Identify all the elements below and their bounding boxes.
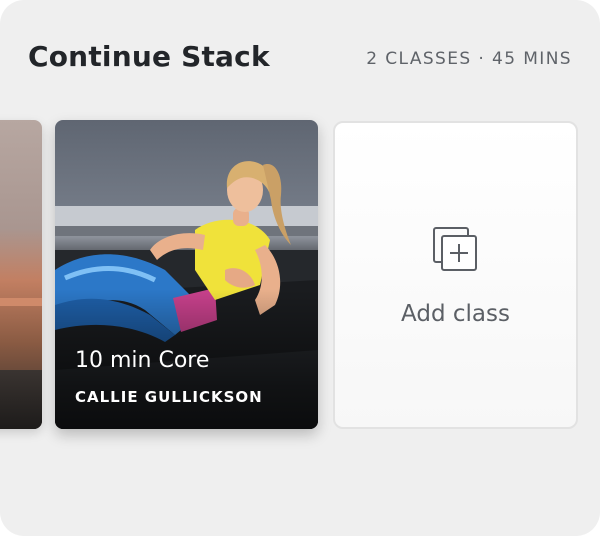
continue-stack-panel: Continue Stack 2 CLASSES · 45 MINS 10 mi… [0, 0, 600, 536]
class-title: 10 min Core [75, 348, 210, 373]
add-class-label: Add class [401, 301, 510, 327]
previous-class-image-floor [0, 370, 42, 429]
class-instructor: CALLIE GULLICKSON [75, 388, 263, 406]
previous-class-card[interactable] [0, 120, 42, 429]
add-to-stack-icon [433, 227, 477, 271]
add-class-card[interactable]: Add class [333, 121, 578, 429]
stack-summary: 2 CLASSES · 45 MINS [366, 49, 572, 69]
previous-class-image-detail [0, 298, 42, 306]
class-card[interactable]: 10 min Core CALLIE GULLICKSON [55, 120, 318, 429]
stack-title: Continue Stack [28, 40, 270, 73]
